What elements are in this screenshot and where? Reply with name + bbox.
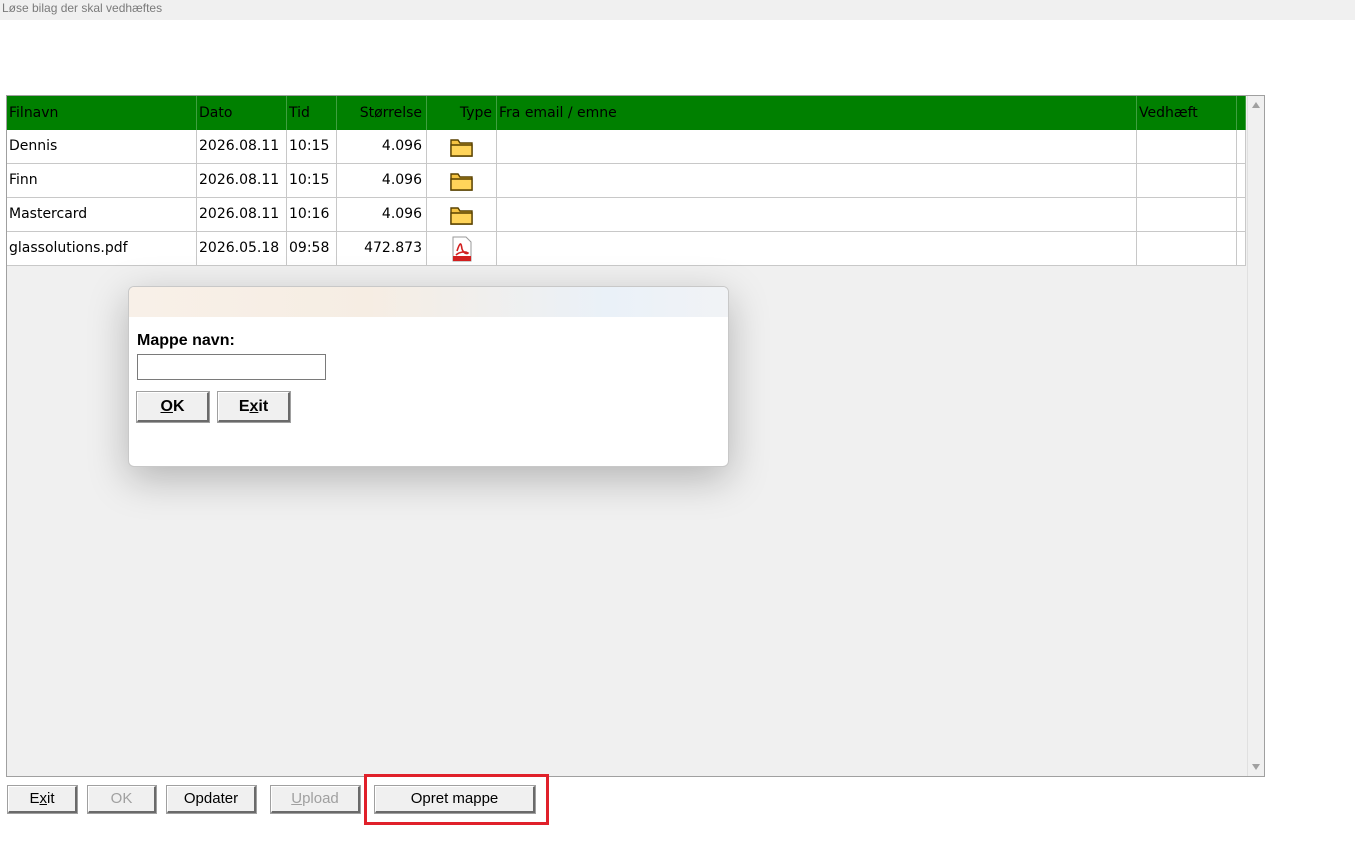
cell-time[interactable]: 10:15 bbox=[287, 130, 337, 163]
table-row[interactable]: Mastercard 2026.08.11 10:16 4.096 bbox=[7, 198, 1246, 232]
highlight-box bbox=[364, 774, 549, 825]
cell-filename[interactable]: Mastercard bbox=[7, 198, 197, 231]
cell-filename[interactable]: Finn bbox=[7, 164, 197, 197]
column-header-filename[interactable]: Filnavn bbox=[7, 96, 197, 130]
cell-size[interactable]: 4.096 bbox=[337, 198, 427, 231]
window-title: Løse bilag der skal vedhæftes bbox=[0, 0, 1355, 20]
refresh-button[interactable]: Opdater bbox=[166, 785, 257, 814]
column-header-attach[interactable]: Vedhæft bbox=[1137, 96, 1237, 130]
column-header-size[interactable]: Størrelse bbox=[337, 96, 427, 130]
cell-from-email[interactable] bbox=[497, 164, 1137, 197]
cell-filename[interactable]: glassolutions.pdf bbox=[7, 232, 197, 265]
folder-icon bbox=[449, 206, 473, 225]
cell-date[interactable]: 2026.08.11 bbox=[197, 198, 287, 231]
pdf-icon bbox=[452, 236, 471, 261]
cell-type[interactable] bbox=[427, 164, 497, 197]
cell-from-email[interactable] bbox=[497, 130, 1137, 163]
cell-filler bbox=[1237, 130, 1246, 163]
upload-mnemonic: U bbox=[291, 790, 303, 807]
ok-mnemonic: O bbox=[160, 398, 173, 415]
cell-filler bbox=[1237, 164, 1246, 197]
exit-rest: it bbox=[47, 790, 55, 807]
upload-button[interactable]: Upload bbox=[270, 785, 361, 814]
column-header-date[interactable]: Dato bbox=[197, 96, 287, 130]
cell-type[interactable] bbox=[427, 130, 497, 163]
cell-filename[interactable]: Dennis bbox=[7, 130, 197, 163]
grid-header: Filnavn Dato Tid Størrelse Type Fra emai… bbox=[7, 96, 1246, 130]
folder-name-label: Mappe navn: bbox=[137, 332, 235, 349]
create-folder-dialog: Mappe navn: OK Exit bbox=[128, 286, 729, 467]
table-row[interactable]: Finn 2026.08.11 10:15 4.096 bbox=[7, 164, 1246, 198]
exit-label-rest: it bbox=[258, 398, 269, 415]
cell-attach[interactable] bbox=[1137, 232, 1237, 265]
exit-button[interactable]: Exit bbox=[7, 785, 78, 814]
exit-first: E bbox=[29, 790, 40, 807]
cell-type[interactable] bbox=[427, 198, 497, 231]
cell-time[interactable]: 09:58 bbox=[287, 232, 337, 265]
column-header-type[interactable]: Type bbox=[427, 96, 497, 130]
cell-type[interactable] bbox=[427, 232, 497, 265]
folder-icon bbox=[449, 172, 473, 191]
exit-label-first: E bbox=[238, 398, 250, 415]
cell-size[interactable]: 472.873 bbox=[337, 232, 427, 265]
folder-name-input[interactable] bbox=[137, 354, 326, 380]
scroll-down-icon[interactable] bbox=[1252, 764, 1260, 770]
folder-icon bbox=[449, 138, 473, 157]
cell-attach[interactable] bbox=[1137, 130, 1237, 163]
cell-from-email[interactable] bbox=[497, 232, 1137, 265]
cell-time[interactable]: 10:15 bbox=[287, 164, 337, 197]
cell-date[interactable]: 2026.08.11 bbox=[197, 130, 287, 163]
cell-size[interactable]: 4.096 bbox=[337, 164, 427, 197]
cell-filler bbox=[1237, 232, 1246, 265]
column-header-filler bbox=[1237, 96, 1246, 130]
dialog-titlebar[interactable] bbox=[129, 287, 728, 317]
cell-filler bbox=[1237, 198, 1246, 231]
upload-rest: pload bbox=[302, 790, 339, 807]
table-row[interactable]: glassolutions.pdf 2026.05.18 09:58 472.8… bbox=[7, 232, 1246, 266]
cell-attach[interactable] bbox=[1137, 164, 1237, 197]
cell-date[interactable]: 2026.05.18 bbox=[197, 232, 287, 265]
ok-button[interactable]: OK bbox=[87, 785, 157, 814]
vertical-scrollbar[interactable] bbox=[1247, 96, 1264, 776]
dialog-exit-button[interactable]: Exit bbox=[217, 391, 291, 423]
cell-date[interactable]: 2026.08.11 bbox=[197, 164, 287, 197]
column-header-from-email[interactable]: Fra email / emne bbox=[497, 96, 1137, 130]
cell-from-email[interactable] bbox=[497, 198, 1137, 231]
cell-size[interactable]: 4.096 bbox=[337, 130, 427, 163]
column-header-time[interactable]: Tid bbox=[287, 96, 337, 130]
exit-mnemonic: x bbox=[39, 790, 48, 807]
grid-rows: Dennis 2026.08.11 10:15 4.096 Finn 2026.… bbox=[7, 130, 1246, 266]
dialog-ok-button[interactable]: OK bbox=[136, 391, 210, 423]
cell-time[interactable]: 10:16 bbox=[287, 198, 337, 231]
scroll-up-icon[interactable] bbox=[1252, 102, 1260, 108]
table-row[interactable]: Dennis 2026.08.11 10:15 4.096 bbox=[7, 130, 1246, 164]
ok-label-rest: K bbox=[172, 398, 185, 415]
cell-attach[interactable] bbox=[1137, 198, 1237, 231]
